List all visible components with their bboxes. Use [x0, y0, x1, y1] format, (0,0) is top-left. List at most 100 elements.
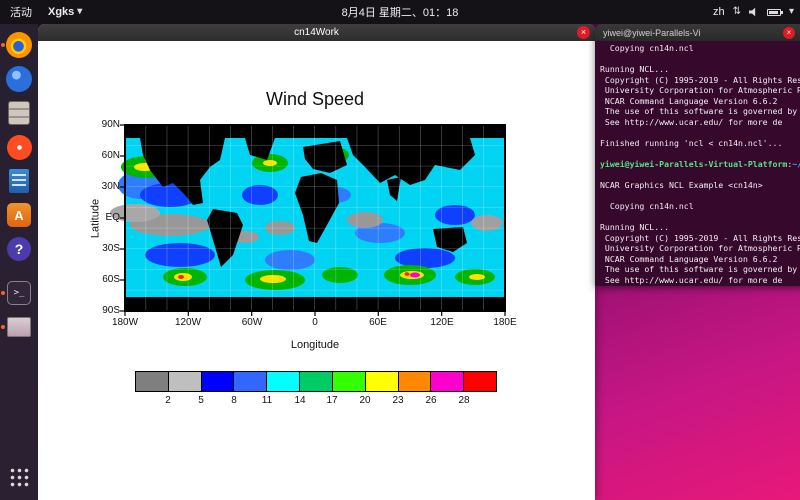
xgks-window-icon [7, 317, 31, 337]
rhythmbox-icon [7, 135, 32, 160]
terminal-titlebar[interactable]: yiwei@yiwei-Parallels-Vi × [595, 24, 800, 41]
terminal-icon: >_ [7, 281, 31, 305]
colorbar [135, 371, 497, 392]
dock-item-terminal[interactable]: >_ [4, 278, 34, 308]
colorbar-label: 26 [416, 395, 446, 406]
terminal-line: Copyright (C) 1995-2019 - All Rights Res [600, 75, 800, 86]
network-icon: ⇅ [733, 7, 741, 17]
activities-button[interactable]: 活动 [10, 4, 32, 20]
y-tick-label: 90N [74, 119, 120, 131]
x-tick-label: 60W [230, 317, 274, 329]
x-tick-label: 120E [420, 317, 464, 329]
colorbar-label: 28 [449, 395, 479, 406]
terminal-line: NCAR Command Language Version 6.6.2 [600, 96, 800, 107]
colorbar-label: 17 [317, 395, 347, 406]
terminal-title: yiwei@yiwei-Parallels-Vi [603, 28, 701, 38]
dock-item-xgks-window[interactable] [4, 312, 34, 342]
app-menu-label: Xgks [48, 6, 74, 18]
terminal-line: Copying cn14n.ncl [600, 201, 800, 212]
colorbar-segment [267, 372, 300, 391]
colorbar-segment [300, 372, 333, 391]
terminal-line: NCAR Command Language Version 6.6.2 [600, 254, 800, 265]
colorbar-segment [464, 372, 496, 391]
prompt-user: yiwei@yiwei-Parallels-Virtual-Platform [600, 159, 787, 169]
terminal-line: University Corporation for Atmospheric R [600, 85, 800, 96]
terminal-body[interactable]: Copying cn14n.ncl Running NCL... Copyrig… [595, 41, 800, 286]
x-tick-label: 180E [483, 317, 527, 329]
dock-item-rhythmbox[interactable] [4, 132, 34, 162]
prompt-path: ~/ [792, 159, 800, 169]
desktop: 活动 Xgks ▾ 8月4日 星期二、01：18 zh ⇅ ▾ [0, 0, 800, 500]
colorbar-labels: 2 5 8 11 14 17 20 23 26 28 [135, 395, 497, 407]
terminal-line [600, 170, 800, 181]
clock[interactable]: 8月4日 星期二、01：18 [342, 4, 459, 20]
terminal-line: See http://www.ucar.edu/ for more de [600, 117, 800, 128]
chart-title: Wind Speed [125, 89, 505, 110]
terminal-line: The use of this software is governed by [600, 106, 800, 117]
y-tick-label: 60N [74, 150, 120, 162]
dock-item-help[interactable]: ? [4, 234, 34, 264]
dock-item-firefox[interactable] [4, 30, 34, 60]
colorbar-segment [136, 372, 169, 391]
terminal-window: yiwei@yiwei-Parallels-Vi × Copying cn14n… [595, 24, 800, 286]
terminal-line: University Corporation for Atmospheric R [600, 243, 800, 254]
y-tick-label: 60S [74, 274, 120, 286]
running-indicator [1, 291, 5, 295]
plot-canvas: Wind Speed [38, 41, 595, 500]
volume-icon [749, 7, 759, 17]
colorbar-label: 11 [252, 395, 282, 406]
colorbar-label: 5 [186, 395, 216, 406]
x-tick-label: 120W [166, 317, 210, 329]
terminal-line [600, 212, 800, 223]
show-applications-icon [9, 467, 29, 487]
plot-window-titlebar[interactable]: cn14Work × [38, 24, 595, 41]
x-tick-label: 60E [356, 317, 400, 329]
plot-window: cn14Work × Wind Speed [38, 24, 595, 500]
terminal-line [600, 148, 800, 159]
map-plot [125, 125, 505, 311]
help-icon: ? [7, 237, 31, 261]
chevron-down-icon: ▾ [789, 7, 794, 17]
close-button[interactable]: × [783, 27, 795, 39]
firefox-icon [6, 32, 32, 58]
files-icon [8, 101, 30, 125]
colorbar-segment [399, 372, 432, 391]
y-tick-label: 90S [74, 305, 120, 317]
x-tick-label: 0 [293, 317, 337, 329]
colorbar-label: 23 [383, 395, 413, 406]
show-applications-button[interactable] [4, 462, 34, 492]
colorbar-segment [333, 372, 366, 391]
x-tick-label: 180W [103, 317, 147, 329]
app-menu[interactable]: Xgks ▾ [48, 6, 82, 18]
colorbar-label: 2 [153, 395, 183, 406]
input-method-indicator[interactable]: zh [713, 6, 725, 18]
terminal-line: See http://www.ucar.edu/ for more de [600, 275, 800, 286]
colorbar-segment [202, 372, 235, 391]
system-menu[interactable]: zh ⇅ ▾ [713, 6, 794, 18]
dock-item-files[interactable] [4, 98, 34, 128]
close-button[interactable]: × [577, 26, 590, 39]
dock-item-thunderbird[interactable] [4, 64, 34, 94]
terminal-line: Finished running 'ncl < cn14n.ncl'... [600, 138, 800, 149]
terminal-line: Running NCL... [600, 64, 800, 75]
terminal-line: Running NCL... [600, 222, 800, 233]
colorbar-label: 14 [285, 395, 315, 406]
colorbar-label: 20 [350, 395, 380, 406]
colorbar-segment [234, 372, 267, 391]
running-indicator [1, 325, 5, 329]
colorbar-segment [431, 372, 464, 391]
terminal-line: The use of this software is governed by [600, 264, 800, 275]
terminal-line: Copyright (C) 1995-2019 - All Rights Res [600, 233, 800, 244]
dock: A ? >_ [0, 24, 38, 500]
x-axis-label: Longitude [235, 339, 395, 351]
terminal-line: NCAR Graphics NCL Example <cn14n> [600, 180, 800, 191]
thunderbird-icon [6, 66, 32, 92]
terminal-line [600, 54, 800, 65]
colorbar-segment [366, 372, 399, 391]
world-map-svg [125, 125, 505, 311]
y-axis-label: Latitude [90, 175, 103, 263]
battery-icon [767, 9, 781, 16]
dock-item-ubuntu-software[interactable]: A [4, 200, 34, 230]
libreoffice-writer-icon [9, 169, 29, 193]
dock-item-libreoffice-writer[interactable] [4, 166, 34, 196]
